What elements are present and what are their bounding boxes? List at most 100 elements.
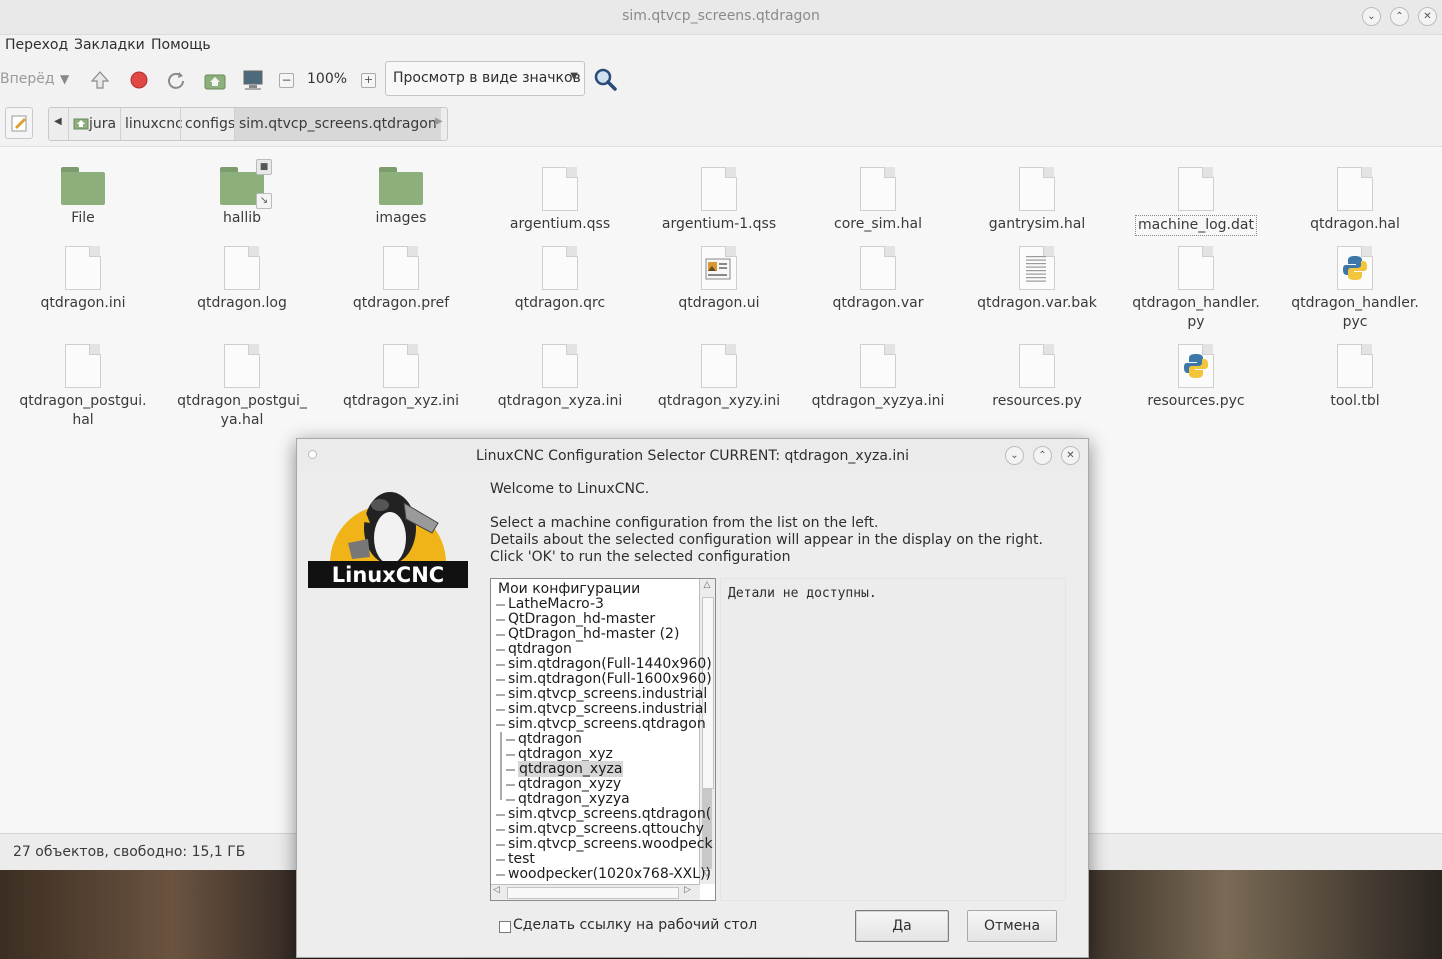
file-item[interactable]: qtdragon_xyzya.ini: [803, 344, 953, 411]
breadcrumb-left-icon[interactable]: ◀: [54, 116, 62, 127]
file-item[interactable]: resources.py: [962, 344, 1112, 411]
tree-item[interactable]: sim.qtdragon(Full-1600x960): [508, 672, 712, 687]
file-item[interactable]: qtdragon.ini: [8, 246, 158, 313]
file-item[interactable]: qtdragon_postgui. hal: [8, 344, 158, 430]
tree-item[interactable]: test: [508, 852, 535, 867]
file-name: images: [375, 210, 427, 226]
file-name: qtdragon_xyzya.ini: [811, 393, 945, 409]
tree-item[interactable]: woodpecker(1020x768-XXL)): [508, 867, 711, 882]
document-icon: [383, 246, 419, 290]
tree-item[interactable]: qtdragon_xyzy: [518, 777, 621, 792]
tree-item[interactable]: qtdragon: [518, 732, 582, 747]
horizontal-scrollbar[interactable]: ◁ ▷: [491, 884, 700, 900]
file-item[interactable]: qtdragon.log: [167, 246, 317, 313]
file-item[interactable]: qtdragon.ui: [644, 246, 794, 313]
file-item[interactable]: File: [8, 167, 158, 228]
dialog-close-button[interactable]: ✕: [1061, 446, 1080, 465]
file-name: qtdragon.hal: [1310, 216, 1400, 232]
tree-item[interactable]: sim.qtvcp_screens.woodpeck: [508, 837, 713, 852]
file-name: resources.py: [992, 393, 1082, 409]
file-item[interactable]: qtdragon.var.bak: [962, 246, 1112, 313]
file-item[interactable]: qtdragon_xyza.ini: [485, 344, 635, 411]
dialog-minimize-button[interactable]: ⌄: [1005, 446, 1024, 465]
stop-icon[interactable]: [129, 70, 149, 90]
file-item[interactable]: argentium.qss: [485, 167, 635, 234]
tree-item[interactable]: LatheMacro-3: [508, 597, 604, 612]
home-icon[interactable]: [204, 70, 226, 90]
menu-bookmarks[interactable]: Закладки: [74, 37, 145, 53]
file-item[interactable]: qtdragon_postgui_ ya.hal: [167, 344, 317, 430]
desktop-link-checkbox[interactable]: [499, 921, 511, 933]
file-item[interactable]: images: [326, 167, 476, 228]
config-tree[interactable]: △ ▽ ◁ ▷ Мои конфигурации LatheMacro-3 QtDr…: [490, 578, 716, 901]
document-icon: [1019, 246, 1055, 290]
file-item[interactable]: gantrysim.hal: [962, 167, 1112, 234]
file-item[interactable]: qtdragon_handler. py: [1121, 246, 1271, 332]
edit-location-button[interactable]: [5, 107, 33, 139]
file-item[interactable]: qtdragon.pref: [326, 246, 476, 313]
file-item[interactable]: tool.tbl: [1280, 344, 1430, 411]
file-item[interactable]: qtdragon.var: [803, 246, 953, 313]
scroll-up-icon[interactable]: △: [701, 580, 713, 594]
file-item[interactable]: resources.pyc: [1121, 344, 1271, 411]
tree-item[interactable]: QtDragon_hd-master (2): [508, 627, 679, 642]
tree-item[interactable]: sim.qtvcp_screens.industrial: [508, 687, 707, 702]
tree-item[interactable]: sim.qtvcp_screens.qttouchy: [508, 822, 704, 837]
file-item[interactable]: ■ ↘ hallib: [167, 159, 317, 228]
tree-item[interactable]: qtdragon_xyz: [518, 747, 613, 762]
hscroll-thumb[interactable]: [507, 887, 679, 899]
document-icon: [542, 344, 578, 388]
menu-go[interactable]: Переход: [5, 37, 68, 53]
tree-item[interactable]: sim.qtvcp_screens.qtdragon(: [508, 807, 711, 822]
config-selector-dialog: LinuxCNC Configuration Selector CURRENT:…: [296, 438, 1089, 958]
file-item[interactable]: qtdragon_xyzy.ini: [644, 344, 794, 411]
tree-item-label: sim.qtvcp_screens.qttouchy: [508, 821, 704, 837]
file-item[interactable]: machine_log.dat: [1121, 167, 1271, 236]
tree-item[interactable]: qtdragon_xyzya: [518, 792, 630, 807]
file-item[interactable]: qtdragon.hal: [1280, 167, 1430, 234]
document-icon: [860, 246, 896, 290]
view-mode-label: Просмотр в виде значков: [393, 70, 581, 86]
dialog-maximize-button[interactable]: ⌃: [1033, 446, 1052, 465]
minimize-button[interactable]: ⌄: [1362, 7, 1381, 26]
file-item[interactable]: qtdragon.qrc: [485, 246, 635, 313]
file-item[interactable]: core_sim.hal: [803, 167, 953, 234]
link-arrow-icon: ↘: [256, 193, 272, 209]
maximize-button[interactable]: ⌃: [1390, 7, 1409, 26]
tree-root[interactable]: Мои конфигурации: [498, 582, 640, 597]
computer-icon[interactable]: [242, 69, 264, 91]
forward-button[interactable]: Вперёд: [0, 71, 55, 87]
view-mode-select[interactable]: Просмотр в виде значков ▼: [385, 61, 585, 96]
ok-button[interactable]: Да: [855, 910, 949, 942]
cancel-button[interactable]: Отмена: [967, 910, 1057, 942]
tree-item[interactable]: qtdragon_xyza: [518, 761, 624, 777]
scroll-left-icon[interactable]: ◁: [493, 885, 500, 895]
forward-dropdown-icon[interactable]: ▼: [60, 72, 69, 86]
document-icon: [1337, 246, 1373, 290]
file-item[interactable]: argentium-1.qss: [644, 167, 794, 234]
menu-help[interactable]: Помощь: [151, 37, 211, 53]
breadcrumb-right-icon[interactable]: ▶: [435, 116, 443, 127]
tree-item[interactable]: sim.qtvcp_screens.qtdragon: [508, 717, 706, 732]
file-name: machine_log.dat: [1135, 215, 1257, 236]
close-button[interactable]: ✕: [1418, 7, 1437, 26]
scroll-right-icon[interactable]: ▷: [684, 885, 691, 895]
file-item[interactable]: qtdragon_handler. pyc: [1280, 246, 1430, 332]
breadcrumb-item-configs[interactable]: configs: [180, 108, 239, 140]
tree-item-label: QtDragon_hd-master (2): [508, 626, 680, 642]
document-icon: [542, 246, 578, 290]
breadcrumb-item-jura[interactable]: jura: [68, 108, 120, 140]
search-icon[interactable]: [594, 68, 618, 92]
up-arrow-icon[interactable]: [90, 70, 110, 90]
tree-item[interactable]: qtdragon: [508, 642, 572, 657]
zoom-out-button[interactable]: −: [279, 73, 294, 88]
tree-item[interactable]: sim.qtdragon(Full-1440x960): [508, 657, 712, 672]
file-item[interactable]: qtdragon_xyz.ini: [326, 344, 476, 411]
breadcrumb-item-current[interactable]: sim.qtvcp_screens.qtdragon: [234, 108, 441, 140]
breadcrumb-item-linuxcnc[interactable]: linuxcnc: [120, 108, 187, 140]
file-name: qtdragon_handler. pyc: [1291, 295, 1419, 330]
tree-item[interactable]: sim.qtvcp_screens.industrial: [508, 702, 707, 717]
zoom-in-button[interactable]: +: [361, 73, 376, 88]
tree-item[interactable]: QtDragon_hd-master: [508, 612, 655, 627]
reload-icon[interactable]: [166, 70, 186, 90]
